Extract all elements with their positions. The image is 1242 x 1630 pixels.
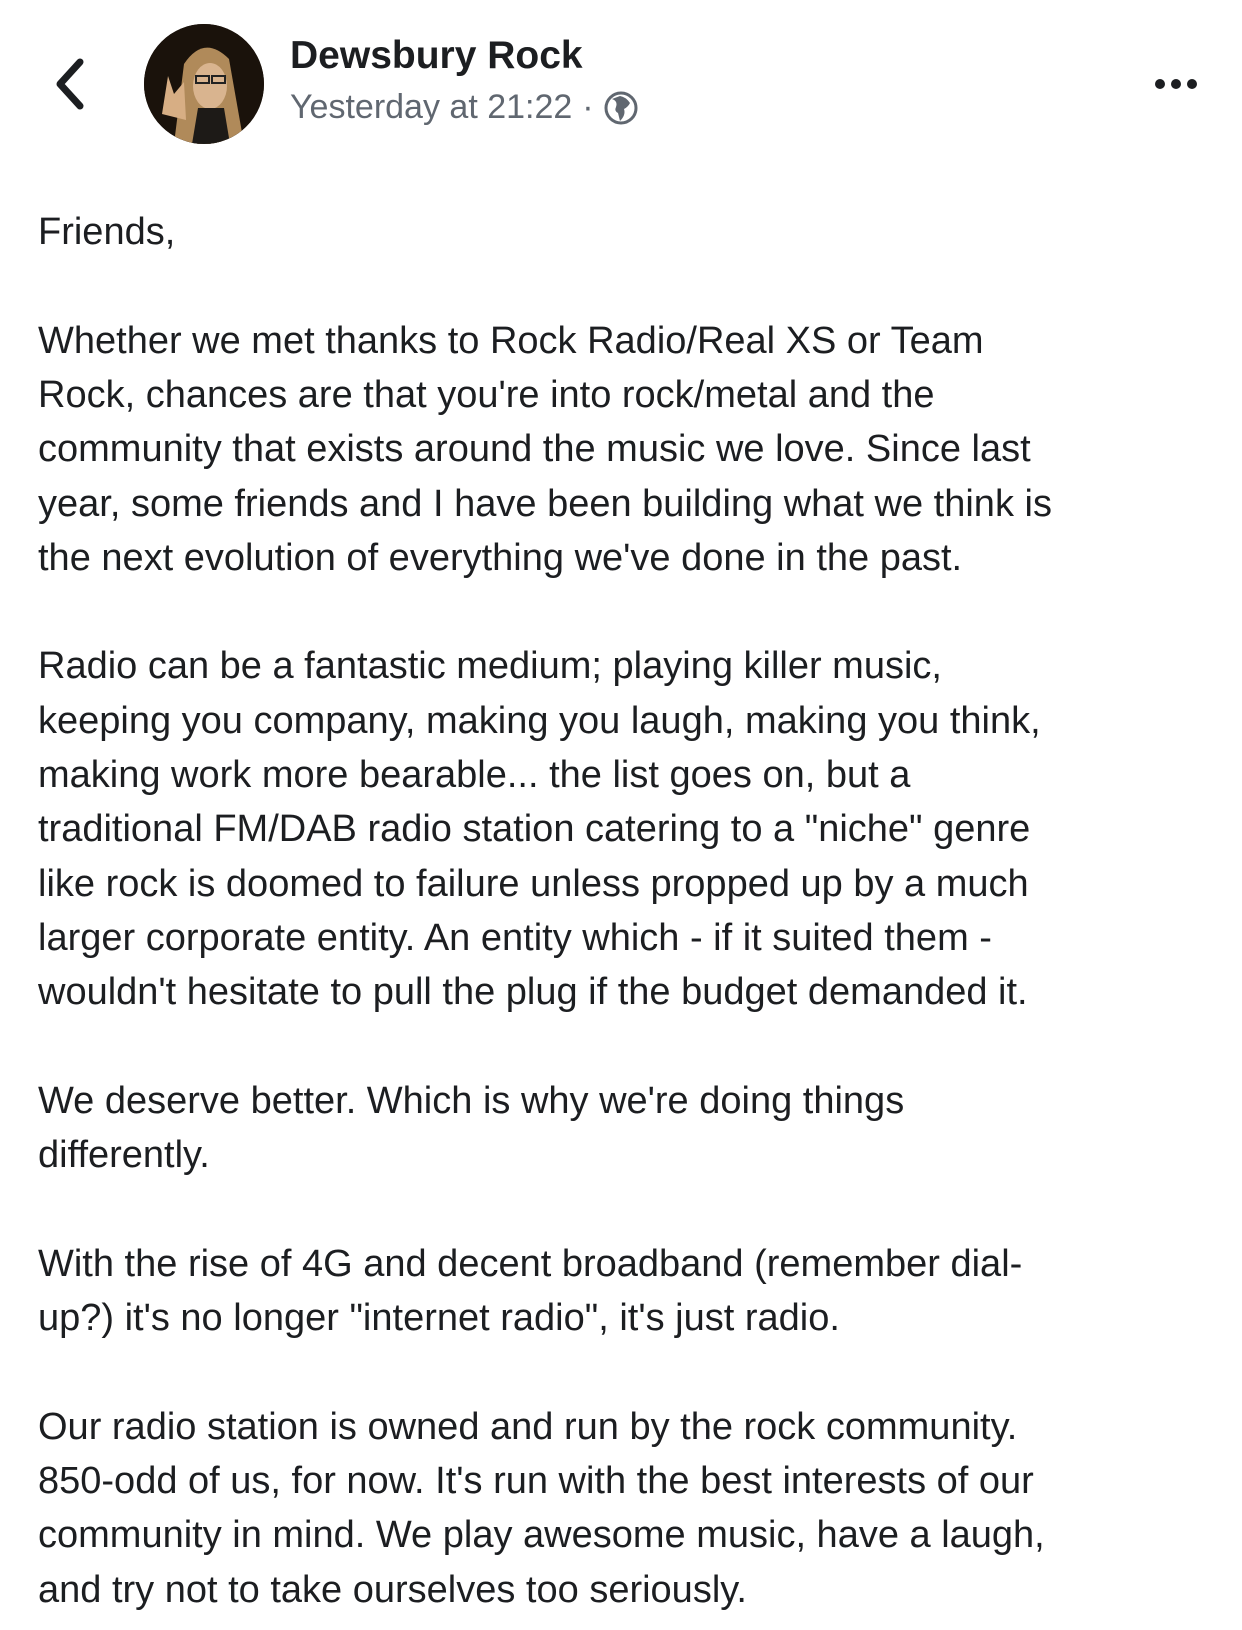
more-horizontal-icon: [1155, 79, 1197, 89]
more-options-button[interactable]: [1148, 70, 1208, 98]
post-text-line: up?) it's no longer "internet radio", it…: [38, 1297, 840, 1339]
post-text-line: wouldn't hesitate to pull the plug if th…: [38, 971, 1028, 1014]
post-text-line: like rock is doomed to failure unless pr…: [38, 862, 1029, 905]
timestamp[interactable]: Yesterday at 21:22: [290, 88, 572, 127]
post-text-line: We deserve better. Which is why we're do…: [38, 1079, 905, 1122]
separator: ·: [582, 88, 594, 126]
post-text-line: Radio can be a fantastic medium; playing…: [38, 645, 942, 688]
post-text-line: and try not to take ourselves too seriou…: [38, 1568, 747, 1611]
post-text-line: With the rise of 4G and decent broadband…: [38, 1242, 1023, 1285]
post-text-line: keeping you company, making you laugh, m…: [38, 699, 1041, 742]
globe-icon: [604, 91, 638, 124]
post-text-line: the next evolution of everything we've d…: [38, 536, 963, 579]
post-text-line: Whether we met thanks to Rock Radio/Real…: [38, 319, 984, 362]
chevron-left-icon: [56, 58, 84, 110]
avatar[interactable]: [144, 24, 264, 144]
avatar-image: [144, 24, 264, 144]
back-button[interactable]: [50, 56, 90, 112]
post-text-line: making work more bearable... the list go…: [38, 754, 911, 796]
post-text-line: Our radio station is owned and run by th…: [38, 1405, 1018, 1448]
post-text-line: differently.: [38, 1134, 210, 1177]
post-meta: Yesterday at 21:22 ·: [290, 88, 638, 127]
post-text-line: community that exists around the music w…: [38, 428, 1031, 471]
post-text-line: year, some friends and I have been build…: [38, 482, 1052, 525]
post-text-line: Friends,: [38, 211, 176, 253]
post-text-line: traditional FM/DAB radio station caterin…: [38, 808, 1031, 851]
post-text-line: 850-odd of us, for now. It's run with th…: [38, 1459, 1034, 1502]
author-name[interactable]: Dewsbury Rock: [290, 34, 583, 78]
post-text-line: community in mind. We play awesome music…: [38, 1514, 1045, 1557]
post-text-line: larger corporate entity. An entity which…: [38, 916, 992, 959]
post-text-line: Rock, chances are that you're into rock/…: [38, 373, 935, 416]
